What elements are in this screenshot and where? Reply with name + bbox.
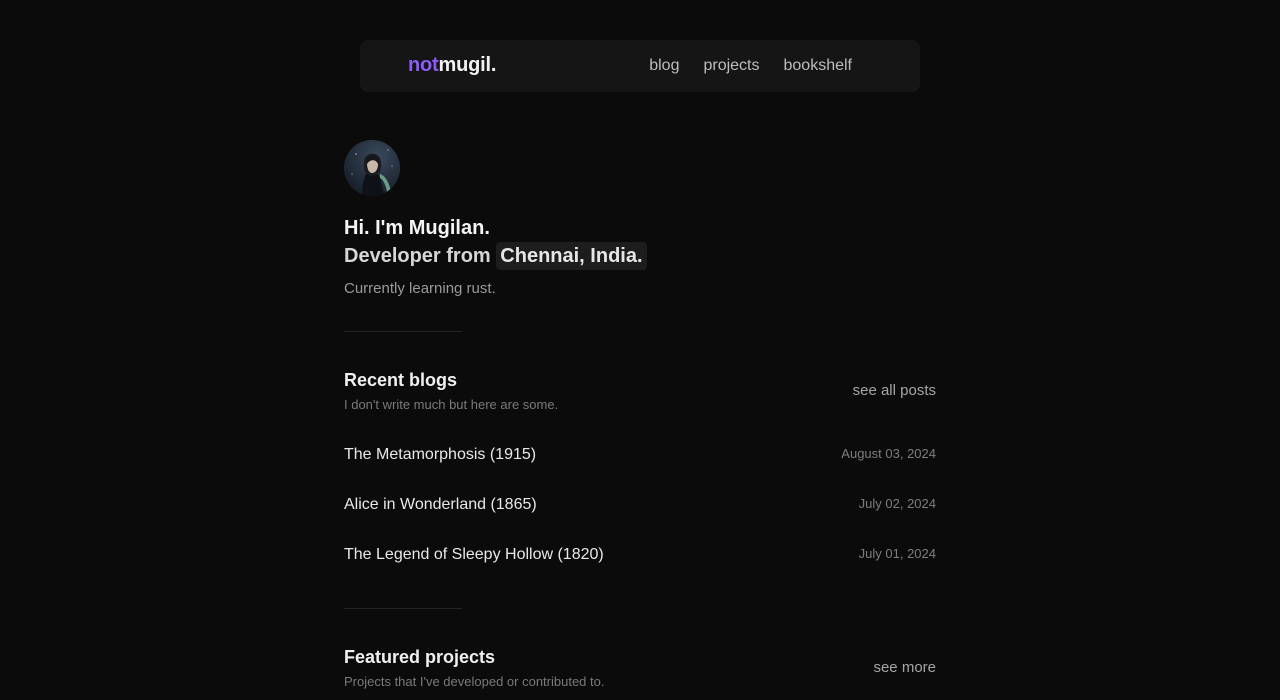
nav-link-blog[interactable]: blog [649, 57, 679, 75]
list-item: Alice in Wonderland (1865) July 02, 2024 [344, 488, 936, 538]
top-navbar: notmugil. blog projects bookshelf [360, 40, 920, 92]
logo-accent-text: not [408, 54, 439, 76]
greeting-heading: Hi. I'm Mugilan. [344, 217, 490, 239]
developer-prefix: Developer from [344, 245, 491, 267]
featured-projects-subtitle: Projects that I've developed or contribu… [344, 674, 605, 689]
post-title-link[interactable]: The Metamorphosis (1915) [344, 446, 536, 464]
post-date: July 02, 2024 [858, 496, 936, 511]
nav-links: blog projects bookshelf [649, 57, 852, 75]
main-content: Hi. I'm Mugilan. Developer from Chennai,… [344, 140, 936, 689]
post-title-link[interactable]: Alice in Wonderland (1865) [344, 496, 537, 514]
nav-link-bookshelf[interactable]: bookshelf [784, 57, 853, 75]
learning-text: Currently learning rust. [344, 280, 496, 297]
featured-projects-title: Featured projects [344, 647, 496, 667]
developer-line: Developer from Chennai, India. [344, 242, 936, 270]
recent-blogs-list: The Metamorphosis (1915) August 03, 2024… [344, 438, 936, 588]
section-divider [344, 608, 462, 609]
see-more-projects-link[interactable]: see more [873, 659, 936, 676]
section-divider [344, 331, 462, 332]
nav-link-projects[interactable]: projects [703, 57, 759, 75]
avatar [344, 140, 400, 196]
logo-main-text: mugil. [438, 54, 497, 76]
location-badge: Chennai, India. [496, 242, 647, 270]
post-date: July 01, 2024 [858, 546, 936, 561]
post-date: August 03, 2024 [841, 446, 936, 461]
site-logo[interactable]: notmugil. [408, 54, 496, 77]
recent-blogs-header: Recent blogs I don't write much but here… [344, 370, 936, 412]
list-item: The Legend of Sleepy Hollow (1820) July … [344, 538, 936, 588]
recent-blogs-subtitle: I don't write much but here are some. [344, 397, 559, 412]
avatar-image [344, 140, 400, 196]
recent-blogs-title: Recent blogs [344, 370, 458, 390]
list-item: The Metamorphosis (1915) August 03, 2024 [344, 438, 936, 488]
see-all-posts-link[interactable]: see all posts [853, 382, 936, 399]
post-title-link[interactable]: The Legend of Sleepy Hollow (1820) [344, 546, 604, 564]
featured-projects-header: Featured projects Projects that I've dev… [344, 647, 936, 689]
